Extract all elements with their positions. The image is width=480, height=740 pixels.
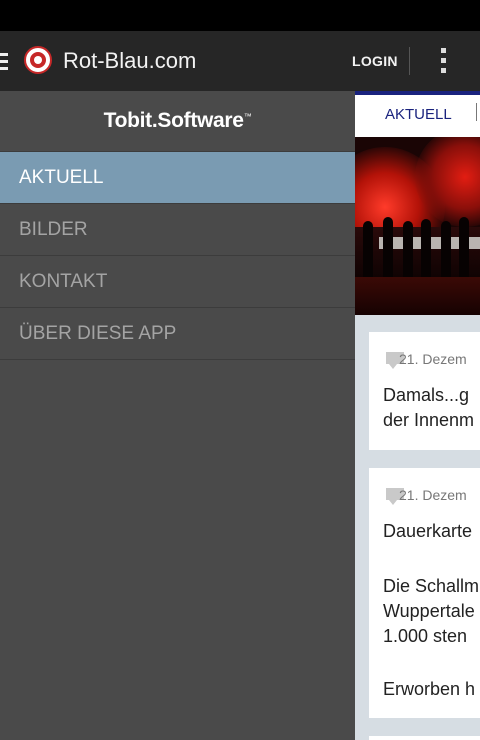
- card-text-line: 1.000 sten: [383, 626, 468, 646]
- app-title: Rot-Blau.com: [63, 48, 197, 73]
- nav-divider: [0, 359, 355, 360]
- card-date: 21. Dezem: [399, 351, 467, 367]
- nav-item-aktuell[interactable]: AKTUELL: [0, 151, 355, 203]
- news-card[interactable]: 21. Dezem Dauerkarte Die Schallm Wuppert…: [369, 468, 480, 718]
- action-bar-divider: [409, 47, 410, 75]
- card-text-line: Wuppertale: [383, 601, 475, 621]
- card-text-line: Die Schallm: [383, 576, 480, 596]
- news-card[interactable]: 21. Dezem Damals...g der Innenm: [369, 332, 480, 450]
- app-logo[interactable]: [24, 46, 52, 74]
- drawer-header: Tobit.Software™: [0, 91, 355, 151]
- tab-bar: AKTUELL: [355, 91, 480, 137]
- menu-icon[interactable]: [0, 53, 8, 70]
- overflow-menu-icon[interactable]: [441, 48, 447, 76]
- nav-item-kontakt[interactable]: KONTAKT: [0, 255, 355, 307]
- nav-item-bilder[interactable]: BILDER: [0, 203, 355, 255]
- nav-item-label: AKTUELL: [19, 167, 104, 188]
- tobit-software-logo: Tobit.Software™: [103, 109, 252, 132]
- action-bar: Rot-Blau.com LOGIN: [0, 31, 480, 91]
- tab-aktuell[interactable]: AKTUELL: [385, 106, 452, 123]
- nav-item-label: BILDER: [19, 219, 88, 240]
- nav-item-ueber-diese-app[interactable]: ÜBER DIESE APP: [0, 307, 355, 359]
- status-bar: [0, 0, 480, 31]
- content-area: AKTUELL 21. Dezem Damals...g der Innenm …: [355, 91, 480, 740]
- hero-image[interactable]: [355, 137, 480, 315]
- navigation-drawer: Tobit.Software™ AKTUELL BILDER KONTAKT Ü…: [0, 91, 355, 740]
- nav-item-label: ÜBER DIESE APP: [19, 323, 177, 344]
- card-text-line: der Innenm: [383, 410, 475, 430]
- tab-divider: [476, 103, 477, 121]
- news-card[interactable]: [369, 736, 480, 740]
- card-date: 21. Dezem: [399, 487, 467, 503]
- tab-indicator: [355, 91, 480, 95]
- card-text-line: Erworben h: [383, 679, 476, 699]
- card-text-line: Dauerkarte: [383, 521, 473, 541]
- login-button[interactable]: LOGIN: [352, 53, 398, 69]
- card-text-line: Damals...g: [383, 385, 470, 405]
- nav-item-label: KONTAKT: [19, 271, 108, 292]
